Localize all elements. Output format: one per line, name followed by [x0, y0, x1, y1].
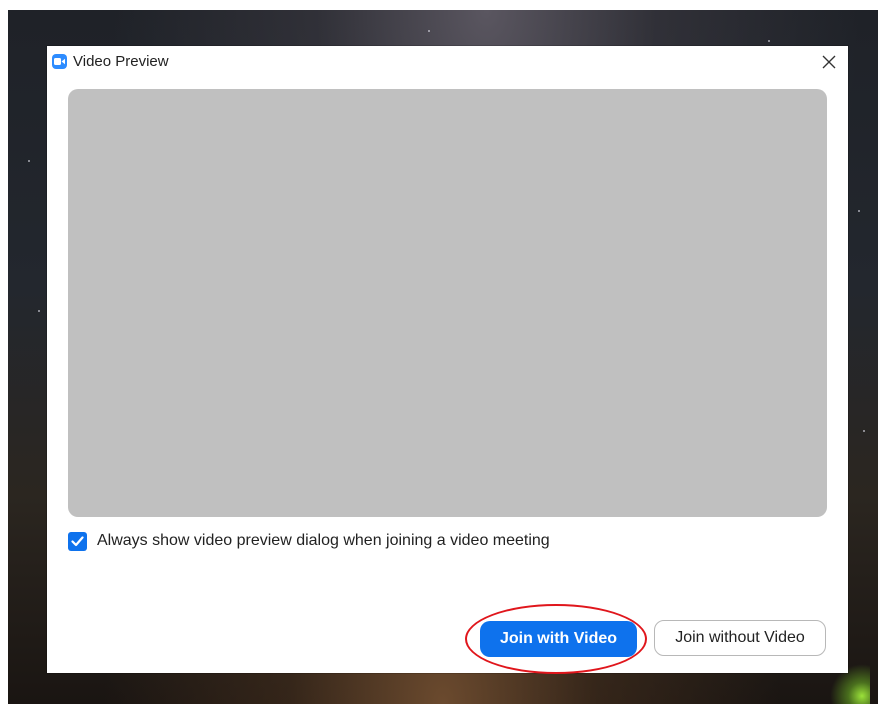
video-preview-area: [68, 89, 827, 517]
close-icon: [822, 55, 836, 69]
close-button[interactable]: [818, 51, 840, 73]
title-bar: Video Preview: [47, 46, 848, 78]
zoom-camera-icon: [52, 54, 67, 69]
always-show-preview-option[interactable]: Always show video preview dialog when jo…: [68, 530, 550, 552]
always-show-preview-checkbox[interactable]: [68, 531, 87, 551]
checkmark-icon: [71, 535, 84, 546]
screen: Video Preview Always show video preview …: [0, 0, 878, 704]
window-title: Video Preview: [73, 53, 169, 70]
video-preview-dialog: Video Preview Always show video preview …: [47, 46, 848, 674]
always-show-preview-label[interactable]: Always show video preview dialog when jo…: [97, 532, 550, 550]
join-without-video-button[interactable]: Join without Video: [654, 620, 826, 656]
join-with-video-button[interactable]: Join with Video: [480, 621, 637, 657]
